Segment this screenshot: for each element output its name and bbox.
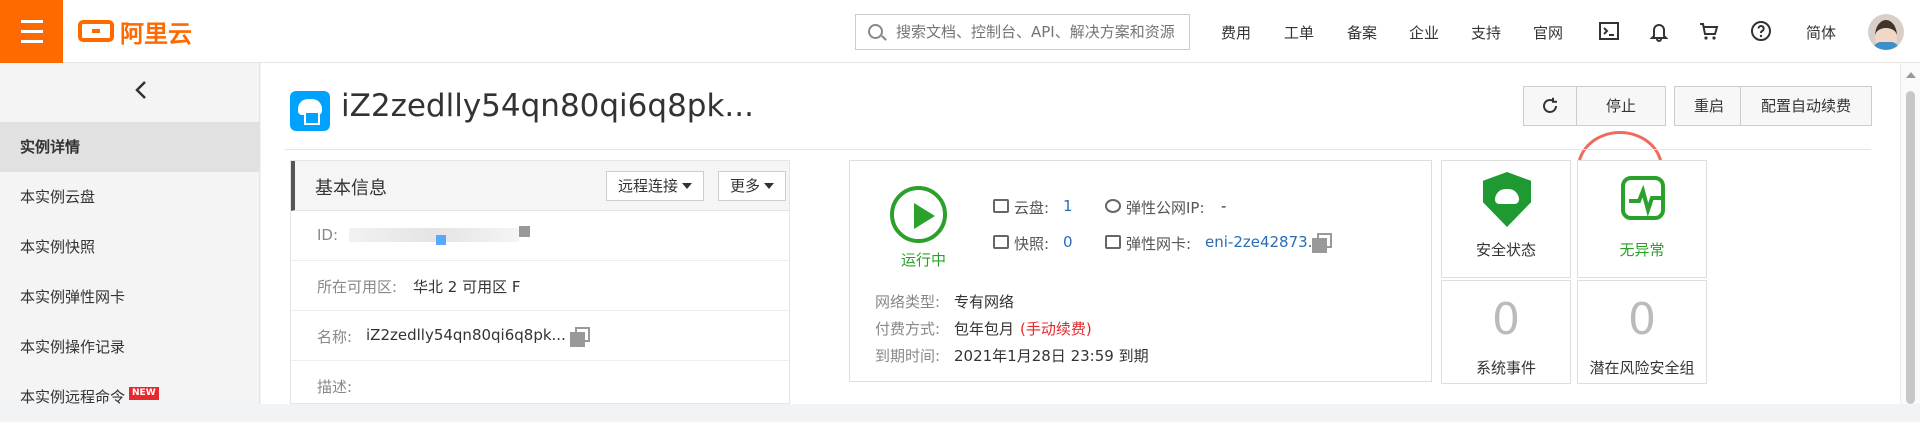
- chevron-down-icon: [682, 183, 693, 189]
- basic-info-panel: 基本信息 远程连接 更多 ID: 所在可用区: 华北 2 可用区 F 名称: i…: [290, 160, 790, 404]
- network-type-value: 专有网络: [954, 293, 1015, 311]
- expire-label: 到期时间:: [875, 347, 941, 365]
- notification-bell-icon[interactable]: [1648, 20, 1670, 42]
- search-input[interactable]: [896, 15, 1181, 49]
- security-status-label: 安全状态: [1475, 241, 1536, 259]
- name-value: iZ2zedlly54qn80qi6q8pk...: [366, 326, 566, 344]
- restart-button[interactable]: 重启: [1674, 86, 1744, 126]
- sidebar-item-remote-commands[interactable]: 本实例远程命令 NEW: [0, 372, 260, 422]
- terminal-icon[interactable]: [1598, 20, 1620, 42]
- logo-text: 阿里云: [120, 19, 192, 48]
- sidebar: 实例详情 本实例云盘 本实例快照 本实例弹性网卡 本实例操作记录 本实例远程命令…: [0, 63, 260, 406]
- eni-value[interactable]: eni-2ze42873...: [1205, 233, 1322, 251]
- snapshot-icon: [993, 235, 1009, 249]
- search-icon: [868, 24, 883, 39]
- nav-item-official-site[interactable]: 官网: [1533, 22, 1563, 43]
- remote-connect-label: 远程连接: [618, 177, 679, 195]
- running-play-icon: [890, 186, 947, 243]
- sidebar-item-snapshots[interactable]: 本实例快照: [0, 222, 260, 272]
- user-avatar[interactable]: [1868, 14, 1904, 50]
- auto-renew-button[interactable]: 配置自动续费: [1740, 86, 1872, 126]
- network-card-icon: [1105, 235, 1121, 249]
- elastic-ip-icon: [1105, 199, 1121, 213]
- sidebar-item-instance-details[interactable]: 实例详情: [0, 122, 260, 172]
- nav-item-enterprise[interactable]: 企业: [1409, 22, 1439, 43]
- new-badge: NEW: [129, 387, 159, 400]
- security-status-card[interactable]: 安全状态: [1441, 160, 1571, 278]
- elastic-ip-label: 弹性公网IP:: [1126, 199, 1205, 217]
- nav-item-fees[interactable]: 费用: [1221, 22, 1251, 43]
- eni-label: 弹性网卡:: [1126, 235, 1192, 253]
- disk-count[interactable]: 1: [1063, 197, 1073, 215]
- scroll-up-arrow-icon[interactable]: [1906, 72, 1916, 78]
- system-events-count: 0: [1492, 294, 1520, 345]
- nav-item-support[interactable]: 支持: [1471, 22, 1501, 43]
- zone-value: 华北 2 可用区 F: [413, 278, 521, 296]
- snapshot-label: 快照:: [1014, 235, 1050, 253]
- network-type-label: 网络类型:: [875, 293, 941, 311]
- running-status: 运行中: [901, 251, 947, 269]
- payment-label: 付费方式:: [875, 320, 941, 338]
- risky-security-groups-label: 潜在风险安全组: [1589, 359, 1695, 377]
- redacted-id-mark: [436, 235, 446, 245]
- menu-icon[interactable]: [0, 0, 63, 63]
- sidebar-item-operation-logs[interactable]: 本实例操作记录: [0, 322, 260, 372]
- top-navigation-bar: 阿里云 费用 工单 备案 企业 支持 官网 简体: [0, 0, 1920, 63]
- remote-connect-dropdown[interactable]: 远程连接: [606, 171, 705, 201]
- aliyun-logo[interactable]: 阿里云: [78, 16, 192, 48]
- sidebar-item-remote-commands-label: 本实例远程命令: [20, 388, 126, 406]
- basic-info-title: 基本信息: [315, 178, 387, 199]
- shield-cloud-icon: [1483, 172, 1531, 227]
- redacted-id-copy-mark: [519, 226, 530, 237]
- refresh-button[interactable]: [1523, 86, 1577, 126]
- redacted-id: [349, 228, 519, 242]
- info-row-id: ID:: [291, 211, 789, 261]
- nav-item-tickets[interactable]: 工单: [1284, 22, 1314, 43]
- payment-note: (手动续费): [1020, 320, 1092, 338]
- sidebar-item-enis[interactable]: 本实例弹性网卡: [0, 272, 260, 322]
- nav-item-icp[interactable]: 备案: [1347, 22, 1377, 43]
- more-label: 更多: [730, 177, 761, 195]
- info-row-name: 名称: iZ2zedlly54qn80qi6q8pk...: [291, 311, 789, 361]
- instance-status-panel: 运行中 云盘: 1 快照: 0 弹性公网IP: - 弹性网卡: eni-2ze4…: [849, 160, 1432, 382]
- name-label: 名称:: [317, 328, 353, 346]
- collapse-sidebar-icon[interactable]: [130, 79, 152, 101]
- chevron-down-icon: [764, 183, 775, 189]
- vertical-scrollbar[interactable]: [1900, 63, 1920, 404]
- pulse-icon: [1621, 176, 1665, 220]
- snapshot-count[interactable]: 0: [1063, 233, 1073, 251]
- help-icon[interactable]: [1750, 20, 1772, 42]
- language-switch[interactable]: 简体: [1806, 22, 1836, 43]
- cloud-disk-icon: [993, 199, 1009, 213]
- risky-security-groups-count: 0: [1628, 294, 1656, 345]
- expire-value: 2021年1月28日 23:59 到期: [954, 347, 1149, 365]
- page-title: iZ2zedlly54qn80qi6q8pk...: [341, 88, 754, 124]
- basic-info-header: 基本信息 远程连接 更多: [291, 161, 789, 211]
- more-dropdown[interactable]: 更多: [718, 171, 787, 201]
- risky-security-groups-card[interactable]: 0 潜在风险安全组: [1577, 280, 1707, 384]
- description-label: 描述:: [317, 378, 353, 396]
- system-events-card[interactable]: 0 系统事件: [1441, 280, 1571, 384]
- payment-value: 包年包月: [954, 320, 1015, 338]
- title-divider: [285, 149, 1871, 150]
- copy-icon[interactable]: [1312, 233, 1332, 253]
- system-events-label: 系统事件: [1475, 359, 1536, 377]
- elastic-ip-value: -: [1221, 197, 1227, 215]
- ecs-instance-icon: [290, 91, 330, 131]
- id-label: ID:: [317, 226, 339, 244]
- scrollbar-thumb[interactable]: [1906, 91, 1915, 404]
- copy-icon[interactable]: [570, 327, 590, 347]
- aliyun-logo-mark: [78, 20, 114, 42]
- disk-label: 云盘:: [1014, 199, 1050, 217]
- sidebar-item-cloud-disks[interactable]: 本实例云盘: [0, 172, 260, 222]
- shopping-cart-icon[interactable]: [1698, 20, 1720, 42]
- no-anomaly-card[interactable]: 无异常: [1577, 160, 1707, 278]
- stop-button[interactable]: 停止: [1576, 86, 1666, 126]
- zone-label: 所在可用区:: [317, 278, 398, 296]
- refresh-icon: [1543, 97, 1557, 113]
- pulse-line: [1629, 184, 1661, 216]
- search-box[interactable]: [855, 14, 1190, 50]
- info-row-zone: 所在可用区: 华北 2 可用区 F: [291, 261, 789, 311]
- no-anomaly-label: 无异常: [1619, 241, 1665, 259]
